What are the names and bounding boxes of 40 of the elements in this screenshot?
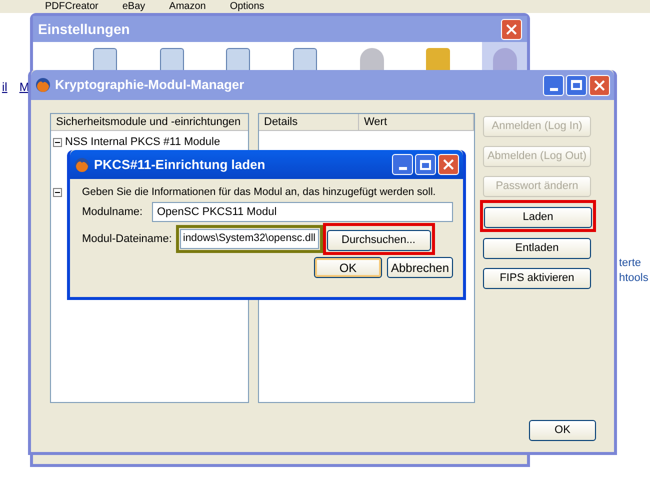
close-icon	[594, 80, 605, 90]
browse-button[interactable]: Durchsuchen...	[326, 230, 430, 251]
page-text: htools	[619, 271, 648, 286]
maximize-button[interactable]	[415, 154, 436, 175]
close-button[interactable]	[589, 74, 610, 96]
toolbar-link[interactable]: eBay	[122, 0, 146, 12]
tree-item[interactable]: NSS Internal PKCS #11 Module	[65, 134, 220, 150]
window-title: PKCS#11-Einrichtung laden	[94, 156, 266, 174]
close-icon	[443, 159, 454, 170]
fips-button[interactable]: FIPS aktivieren	[483, 268, 591, 289]
toolbar-link[interactable]: Amazon	[169, 0, 206, 12]
cancel-button[interactable]: Abbrechen	[387, 257, 453, 278]
column-header[interactable]: Wert	[359, 114, 474, 130]
collapse-icon[interactable]	[53, 188, 62, 196]
page-link[interactable]: il	[2, 78, 8, 96]
field-label: Modulname:	[82, 204, 144, 220]
instruction-text: Geben Sie die Informationen für das Modul an, das hinzugefügt werden soll.	[82, 185, 436, 199]
browser-logo-icon	[35, 77, 51, 93]
field-label: Modul-Dateiname:	[82, 232, 173, 247]
collapse-icon[interactable]	[53, 138, 62, 147]
close-button[interactable]	[438, 154, 459, 175]
column-header[interactable]: Details	[259, 114, 359, 130]
load-button[interactable]: Laden	[484, 206, 592, 228]
window-title: Kryptographie-Modul-Manager	[55, 76, 244, 94]
toolbar-link[interactable]: PDFCreator	[45, 0, 98, 12]
window-title: Einstellungen	[38, 20, 130, 39]
minimize-button[interactable]	[392, 154, 413, 175]
page-text: terte	[619, 256, 642, 271]
module-file-field[interactable]: indows\System32\opensc.dll	[180, 229, 318, 249]
minimize-button[interactable]	[543, 74, 564, 96]
unload-button[interactable]: Entladen	[483, 238, 591, 259]
close-button[interactable]	[501, 18, 522, 40]
browser-logo-icon	[74, 156, 90, 172]
toolbar-link[interactable]: Options	[230, 0, 264, 12]
ok-button[interactable]: OK	[529, 420, 596, 441]
module-name-field[interactable]: OpenSC PKCS11 Modul	[152, 202, 453, 222]
ok-button[interactable]: OK	[314, 257, 382, 278]
close-icon	[506, 24, 517, 34]
maximize-button[interactable]	[566, 74, 587, 96]
column-header[interactable]: Sicherheitsmodule und -einrichtungen	[51, 114, 248, 131]
